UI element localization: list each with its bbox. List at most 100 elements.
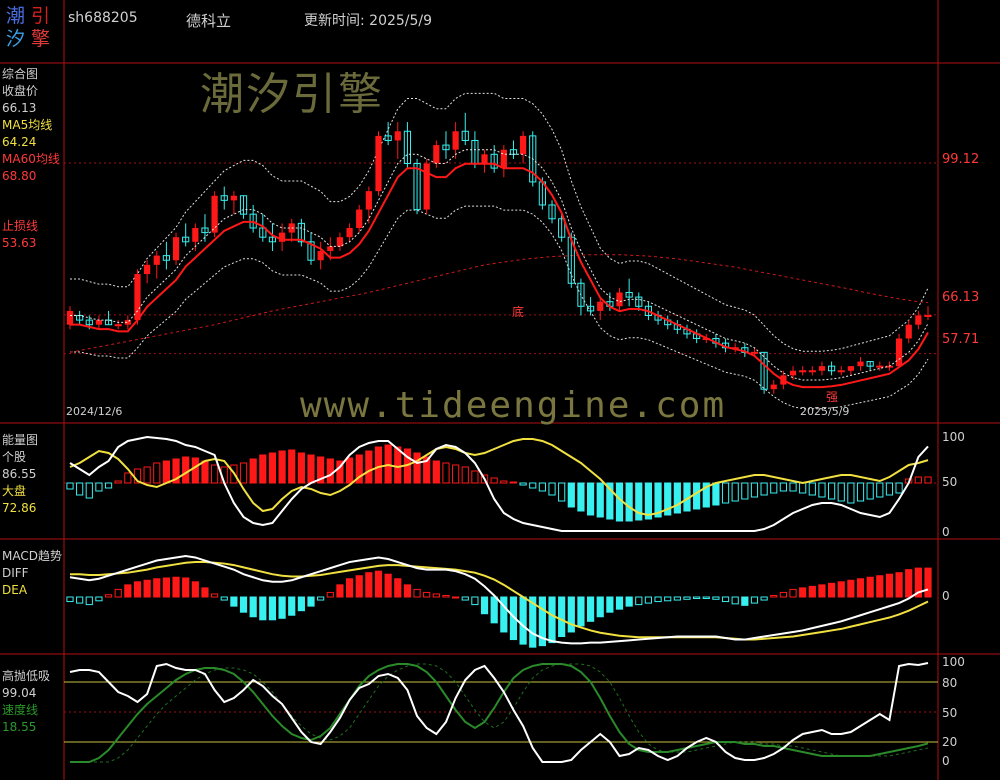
energy-bar	[143, 466, 151, 484]
candle-body	[481, 154, 488, 164]
upper-band-line	[70, 92, 929, 352]
macd-bar	[230, 596, 238, 607]
candle-body	[876, 365, 884, 368]
macd-bar	[847, 579, 855, 598]
candle-body	[375, 135, 382, 192]
strong-annotation: 强	[826, 390, 839, 404]
energy-bar	[837, 482, 845, 502]
energy-bar	[779, 482, 787, 492]
hilo-tick: 80	[942, 676, 958, 690]
candle-body	[153, 255, 160, 265]
macd-bar	[278, 596, 286, 619]
macd-bar	[172, 576, 180, 598]
candle-body	[750, 351, 759, 354]
energy-legend: 能量图 个股 86.55 大盘 72.86	[2, 432, 38, 517]
energy-bar	[721, 482, 730, 504]
energy-bar	[519, 482, 527, 486]
update-time: 更新时间: 2025/5/9	[304, 10, 432, 30]
stop-value: 53.63	[2, 236, 37, 250]
energy-bar	[211, 464, 219, 484]
macd-bar	[673, 596, 681, 601]
panel-title: 能量图	[2, 433, 39, 447]
macd-bar	[808, 585, 816, 598]
macd-bar	[799, 587, 807, 598]
energy-bar	[856, 482, 865, 502]
macd-bar	[827, 582, 836, 598]
macd-bar	[683, 596, 691, 600]
macd-bar	[558, 596, 566, 638]
energy-bar	[914, 476, 922, 484]
energy-bar	[471, 470, 479, 484]
energy-bar	[847, 482, 855, 504]
logo-char: 擎	[31, 28, 51, 50]
macd-bar	[345, 578, 354, 598]
energy-bar	[95, 482, 103, 492]
macd-bar	[548, 596, 556, 644]
candle-body	[95, 320, 103, 325]
energy-bar	[693, 482, 701, 510]
candle-body	[172, 237, 180, 261]
macd-bar	[259, 596, 267, 621]
macd-bar	[519, 596, 527, 645]
candle-body	[423, 163, 430, 210]
macd-bar	[374, 570, 383, 598]
candle-body	[433, 145, 440, 164]
diff-line	[69, 554, 929, 645]
energy-bar	[153, 462, 161, 484]
energy-bar	[452, 464, 460, 484]
energy-bar	[85, 482, 93, 499]
logo-char: 潮	[6, 5, 26, 27]
energy-bar	[827, 482, 836, 500]
macd-bar	[191, 581, 199, 598]
hilo-tick: 0	[942, 754, 950, 768]
macd-bar	[577, 596, 585, 627]
watermark-cn: 潮汐引擎	[200, 69, 384, 120]
macd-bar	[615, 596, 624, 610]
macd-bar	[876, 575, 884, 598]
energy-bar	[818, 482, 826, 498]
energy-bar	[394, 446, 402, 484]
macd-bar	[124, 584, 132, 598]
energy-bar	[239, 462, 248, 484]
candle-body	[597, 301, 604, 311]
ma60-label: MA60均线	[2, 152, 60, 166]
close-value: 66.13	[2, 101, 37, 115]
macd-bar	[326, 591, 334, 598]
macd-bar	[442, 594, 450, 598]
energy-bar	[413, 452, 421, 484]
stock-name: 德科立	[186, 12, 232, 30]
energy-bar	[162, 460, 171, 484]
logo: 潮引 汐擎	[6, 5, 60, 51]
energy-bar	[538, 482, 546, 492]
macd-bar	[452, 596, 460, 599]
macd-bar	[220, 596, 228, 601]
energy-bar	[365, 450, 373, 484]
panel-title: MACD趋势	[2, 549, 62, 563]
energy-bar	[577, 482, 585, 512]
macd-bar	[104, 594, 113, 598]
candle-body	[134, 274, 141, 321]
macd-bar	[413, 588, 421, 598]
macd-bar	[85, 596, 93, 606]
price-tick: 99.12	[942, 152, 980, 167]
logo-char: 引	[31, 5, 51, 27]
macd-bar	[201, 587, 209, 598]
candle-body	[317, 251, 324, 261]
macd-bar	[317, 596, 325, 601]
energy-tick: 100	[942, 430, 965, 444]
candle-body	[66, 310, 74, 325]
energy-bar	[461, 466, 469, 484]
energy-bar	[278, 450, 286, 484]
macd-bar	[307, 596, 315, 607]
panel-title: 高抛低吸	[2, 669, 51, 683]
energy-bar	[432, 460, 440, 484]
stock-label: 个股	[2, 450, 27, 464]
macd-bar	[654, 596, 662, 603]
diff-label: DIFF	[2, 566, 29, 580]
energy-bar	[201, 460, 209, 484]
macd-bar	[95, 596, 103, 602]
energy-bar	[374, 446, 383, 484]
hilo-tick: 20	[942, 735, 958, 749]
energy-bar	[596, 482, 604, 518]
macd-bar	[211, 593, 219, 598]
